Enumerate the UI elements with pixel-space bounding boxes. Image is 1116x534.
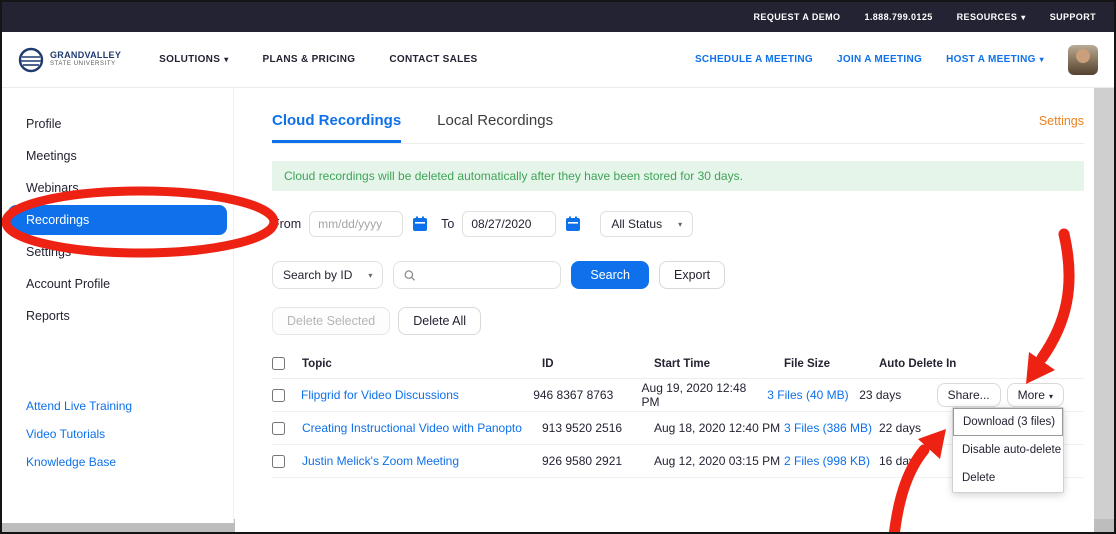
- schedule-meeting-link[interactable]: SCHEDULE A MEETING: [695, 54, 813, 65]
- recording-start-time: Aug 12, 2020 03:15 PM: [654, 454, 784, 468]
- header-id: ID: [542, 358, 654, 370]
- plans-pricing-link[interactable]: PLANS & PRICING: [263, 54, 356, 65]
- recording-files-link[interactable]: 3 Files (386 MB): [784, 421, 872, 435]
- row-checkbox[interactable]: [272, 455, 285, 468]
- request-demo-link[interactable]: REQUEST A DEMO: [754, 12, 841, 22]
- search-box: [393, 261, 561, 289]
- share-button[interactable]: Share...: [937, 383, 1001, 407]
- sidebar-item-profile[interactable]: Profile: [2, 108, 233, 140]
- delete-row: Delete Selected Delete All: [272, 307, 1084, 335]
- chevron-down-icon: [368, 271, 372, 280]
- recording-auto-delete: 23 days: [859, 388, 936, 402]
- zoom-web-portal: REQUEST A DEMO 1.888.799.0125 RESOURCES …: [0, 0, 1116, 534]
- row-checkbox[interactable]: [272, 389, 285, 402]
- delete-all-button[interactable]: Delete All: [398, 307, 481, 335]
- nav-right-links: SCHEDULE A MEETING JOIN A MEETING HOST A…: [695, 45, 1098, 75]
- to-date-input[interactable]: [462, 211, 556, 237]
- from-label: From: [272, 217, 301, 231]
- brand-line2: STATE UNIVERSITY: [50, 61, 121, 68]
- menu-item-delete[interactable]: Delete: [953, 464, 1063, 492]
- delete-selected-button[interactable]: Delete Selected: [272, 307, 390, 335]
- top-utility-bar: REQUEST A DEMO 1.888.799.0125 RESOURCES …: [2, 2, 1114, 32]
- chevron-down-icon: [678, 220, 682, 229]
- sidebar: Profile Meetings Webinars Recordings Set…: [2, 88, 234, 523]
- main-navbar: GRANDVALLEY STATE UNIVERSITY SOLUTIONS P…: [2, 32, 1114, 88]
- gvsu-logo[interactable]: GRANDVALLEY STATE UNIVERSITY: [18, 47, 121, 73]
- gvsu-logo-icon: [18, 47, 44, 73]
- chevron-down-icon: [1021, 13, 1025, 22]
- search-button[interactable]: Search: [571, 261, 649, 289]
- status-select[interactable]: All Status: [600, 211, 693, 237]
- to-label: To: [441, 217, 454, 231]
- chevron-down-icon: [224, 55, 228, 64]
- recording-files-link[interactable]: 2 Files (998 KB): [784, 454, 870, 468]
- tabs-row: Cloud Recordings Local Recordings Settin…: [272, 112, 1084, 144]
- attend-live-training-link[interactable]: Attend Live Training: [2, 392, 233, 420]
- recording-auto-delete: 22 days: [879, 421, 959, 435]
- solutions-menu[interactable]: SOLUTIONS: [159, 54, 228, 65]
- phone-number-link[interactable]: 1.888.799.0125: [864, 12, 932, 22]
- search-row: Search by ID Search Export: [272, 261, 1084, 289]
- recording-id: 926 9580 2921: [542, 454, 654, 468]
- user-avatar[interactable]: [1068, 45, 1098, 75]
- sidebar-item-webinars[interactable]: Webinars: [2, 172, 233, 204]
- nav-left-links: SOLUTIONS PLANS & PRICING CONTACT SALES: [159, 54, 477, 65]
- host-meeting-menu[interactable]: HOST A MEETING: [946, 54, 1044, 65]
- recording-start-time: Aug 18, 2020 12:40 PM: [654, 421, 784, 435]
- knowledge-base-link[interactable]: Knowledge Base: [2, 448, 233, 476]
- recording-files-link[interactable]: 3 Files (40 MB): [767, 388, 848, 402]
- menu-item-download[interactable]: Download (3 files): [953, 408, 1063, 436]
- sidebar-item-reports[interactable]: Reports: [2, 300, 233, 332]
- retention-banner: Cloud recordings will be deleted automat…: [272, 161, 1084, 191]
- sidebar-item-meetings[interactable]: Meetings: [2, 140, 233, 172]
- recording-topic-link[interactable]: Flipgrid for Video Discussions: [301, 388, 459, 402]
- recording-auto-delete: 16 days: [879, 454, 959, 468]
- row-checkbox[interactable]: [272, 422, 285, 435]
- brand-text: GRANDVALLEY STATE UNIVERSITY: [50, 51, 121, 67]
- recording-start-time: Aug 19, 2020 12:48 PM: [642, 381, 768, 409]
- recording-topic-link[interactable]: Justin Melick's Zoom Meeting: [302, 454, 459, 468]
- header-auto-delete: Auto Delete In: [879, 358, 959, 370]
- search-by-select[interactable]: Search by ID: [272, 261, 383, 289]
- contact-sales-link[interactable]: CONTACT SALES: [389, 54, 477, 65]
- calendar-icon[interactable]: [411, 215, 429, 233]
- join-meeting-link[interactable]: JOIN A MEETING: [837, 54, 922, 65]
- more-dropdown-menu: Download (3 files) Disable auto-delete D…: [952, 407, 1064, 493]
- tab-local-recordings[interactable]: Local Recordings: [437, 112, 553, 140]
- video-tutorials-link[interactable]: Video Tutorials: [2, 420, 233, 448]
- header-topic: Topic: [302, 358, 542, 370]
- recording-id: 913 9520 2516: [542, 421, 654, 435]
- header-file-size: File Size: [784, 358, 879, 370]
- search-icon: [404, 269, 415, 282]
- calendar-icon[interactable]: [564, 215, 582, 233]
- more-button[interactable]: More: [1007, 383, 1064, 407]
- tab-cloud-recordings[interactable]: Cloud Recordings: [272, 112, 401, 143]
- menu-item-disable-auto-delete[interactable]: Disable auto-delete: [953, 436, 1063, 464]
- chevron-down-icon: [1040, 55, 1044, 64]
- chevron-down-icon: [1049, 392, 1053, 401]
- select-all-checkbox[interactable]: [272, 357, 285, 370]
- recording-topic-link[interactable]: Creating Instructional Video with Panopt…: [302, 421, 522, 435]
- support-link[interactable]: SUPPORT: [1050, 12, 1096, 22]
- brand-line1: GRANDVALLEY: [50, 51, 121, 61]
- export-button[interactable]: Export: [659, 261, 725, 289]
- date-filter-row: From To All Status: [272, 211, 1084, 237]
- from-date-input[interactable]: [309, 211, 403, 237]
- search-input[interactable]: [422, 268, 551, 282]
- resources-menu[interactable]: RESOURCES: [957, 12, 1026, 22]
- sidebar-item-settings[interactable]: Settings: [2, 236, 233, 268]
- sidebar-item-recordings[interactable]: Recordings: [8, 205, 227, 235]
- recordings-settings-link[interactable]: Settings: [1039, 112, 1084, 128]
- sidebar-secondary-links: Attend Live Training Video Tutorials Kno…: [2, 392, 233, 476]
- sidebar-item-account-profile[interactable]: Account Profile: [2, 268, 233, 300]
- header-start-time: Start Time: [654, 358, 784, 370]
- recording-id: 946 8367 8763: [533, 388, 641, 402]
- table-header: Topic ID Start Time File Size Auto Delet…: [272, 349, 1084, 379]
